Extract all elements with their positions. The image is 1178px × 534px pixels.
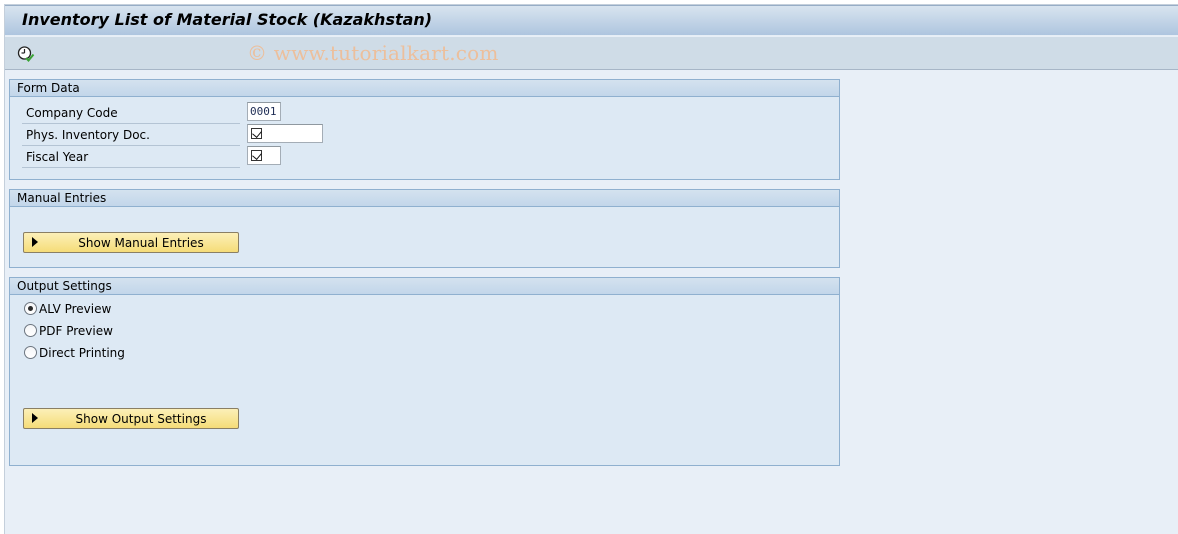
required-check-icon <box>251 150 262 161</box>
radio-button-selected[interactable] <box>24 302 37 315</box>
radio-label-direct-printing: Direct Printing <box>39 346 125 360</box>
show-output-settings-label: Show Output Settings <box>75 412 207 426</box>
required-check-icon <box>251 128 262 139</box>
phys-inventory-doc-row: Phys. Inventory Doc. <box>22 124 240 146</box>
manual-entries-group: Manual Entries Show Manual Entries <box>9 189 840 268</box>
radio-label-alv-preview: ALV Preview <box>39 302 112 316</box>
show-output-settings-button[interactable]: Show Output Settings <box>23 408 239 429</box>
show-manual-entries-label: Show Manual Entries <box>78 236 204 250</box>
output-settings-group: Output Settings ALV Preview PDF Preview … <box>9 277 840 466</box>
sap-window: Inventory List of Material Stock (Kazakh… <box>4 4 1178 534</box>
company-code-input[interactable]: 0001 <box>247 102 281 121</box>
show-manual-entries-button[interactable]: Show Manual Entries <box>23 232 239 253</box>
radio-button[interactable] <box>24 346 37 359</box>
fiscal-year-label: Fiscal Year <box>26 150 89 164</box>
radio-button[interactable] <box>24 324 37 337</box>
phys-inventory-doc-input[interactable] <box>247 124 323 143</box>
group-header-output-settings: Output Settings <box>10 278 839 295</box>
watermark: © www.tutorialkart.com <box>247 41 499 65</box>
execute-icon[interactable] <box>17 45 35 63</box>
application-toolbar: © www.tutorialkart.com <box>5 37 1178 70</box>
group-header-manual-entries: Manual Entries <box>10 190 839 207</box>
form-data-group: Form Data Company Code 0001 Phys. Invent… <box>9 79 840 180</box>
company-code-row: Company Code <box>22 102 240 124</box>
title-bar: Inventory List of Material Stock (Kazakh… <box>5 5 1178 36</box>
phys-inventory-doc-label: Phys. Inventory Doc. <box>26 128 150 142</box>
page-title: Inventory List of Material Stock (Kazakh… <box>22 10 433 29</box>
company-code-label: Company Code <box>26 106 118 120</box>
group-header-form-data: Form Data <box>10 80 839 97</box>
radio-label-pdf-preview: PDF Preview <box>39 324 113 338</box>
fiscal-year-row: Fiscal Year <box>22 146 240 168</box>
fiscal-year-input[interactable] <box>247 146 281 165</box>
